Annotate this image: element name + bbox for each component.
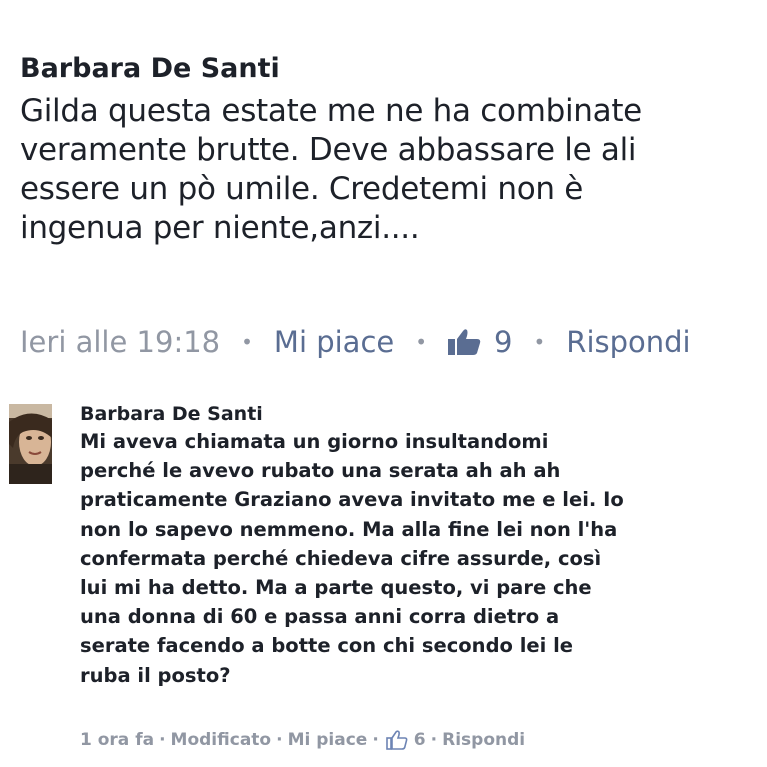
like-link[interactable]: Mi piace — [288, 730, 368, 750]
thumbs-up-icon-graphic — [448, 329, 481, 355]
comment-text-line: essere un pò umile. Credetemi non è — [20, 171, 584, 207]
comment-text-line: perché le avevo rubato una serata ah ah … — [80, 459, 561, 483]
comment-text-line: veramente brutte. Deve abbassare le ali — [20, 132, 637, 168]
comment-timestamp[interactable]: 1 ora fa — [80, 730, 154, 750]
reply-link[interactable]: Rispondi — [566, 325, 690, 359]
comment-text-line: serate facendo a botte con chi secondo l… — [80, 634, 574, 658]
comment-text: Gilda questa estate me ne ha combinate v… — [20, 92, 767, 248]
separator: · — [276, 730, 283, 750]
separator: · — [372, 730, 379, 750]
comment-timestamp[interactable]: Ieri alle 19:18 — [20, 325, 220, 359]
reply-link[interactable]: Rispondi — [442, 730, 525, 750]
comment-text-line: non lo sapevo nemmeno. Ma alla fine lei … — [80, 517, 618, 541]
comment-text-line: Mi aveva chiamata un giorno insultandomi — [80, 430, 549, 453]
comment-meta: Ieri alle 19:18 • Mi piace • 9 • Rispond… — [20, 320, 767, 364]
separator: · — [159, 730, 166, 750]
comment-text-line: lui mi ha detto. Ma a parte questo, vi p… — [80, 576, 592, 600]
thumbs-up-icon[interactable] — [448, 328, 482, 356]
separator: • — [241, 330, 253, 354]
comment-meta: 1 ora fa · Modificato · Mi piace · 6 · R… — [80, 725, 525, 755]
comment-text: Mi aveva chiamata un giorno insultandomi… — [80, 427, 760, 690]
separator: • — [533, 330, 546, 354]
thumbs-up-outline-icon-graphic — [385, 730, 408, 750]
comment-main: Barbara De Santi Gilda questa estate me … — [20, 52, 767, 359]
comment-text-line: praticamente Graziano aveva invitato me … — [80, 488, 624, 512]
thumbs-up-outline-icon[interactable] — [385, 730, 408, 750]
comment-text-line: confermata perché chiedeva cifre assurde… — [80, 546, 602, 570]
comment-text-line: ingenua per niente,anzi.... — [20, 210, 420, 246]
comment-text-line: Gilda questa estate me ne ha combinate — [20, 93, 642, 129]
separator: · — [430, 730, 438, 750]
edited-label[interactable]: Modificato — [171, 730, 272, 750]
like-count: 6 — [413, 730, 426, 750]
separator: • — [415, 330, 428, 354]
comment-author[interactable]: Barbara De Santi — [20, 52, 767, 86]
comment-text-line: ruba il posto? — [80, 663, 231, 687]
like-count: 9 — [494, 325, 513, 359]
comment-author[interactable]: Barbara De Santi — [80, 401, 760, 427]
screenshot: Barbara De Santi Gilda questa estate me … — [0, 0, 767, 767]
avatar-photo — [9, 404, 52, 484]
user-avatar[interactable] — [9, 404, 52, 484]
comment-text-line: una donna di 60 e passa anni corra dietr… — [80, 605, 560, 629]
like-link[interactable]: Mi piace — [274, 325, 394, 359]
comment-reply: Barbara De Santi Mi aveva chiamata un gi… — [80, 401, 760, 690]
